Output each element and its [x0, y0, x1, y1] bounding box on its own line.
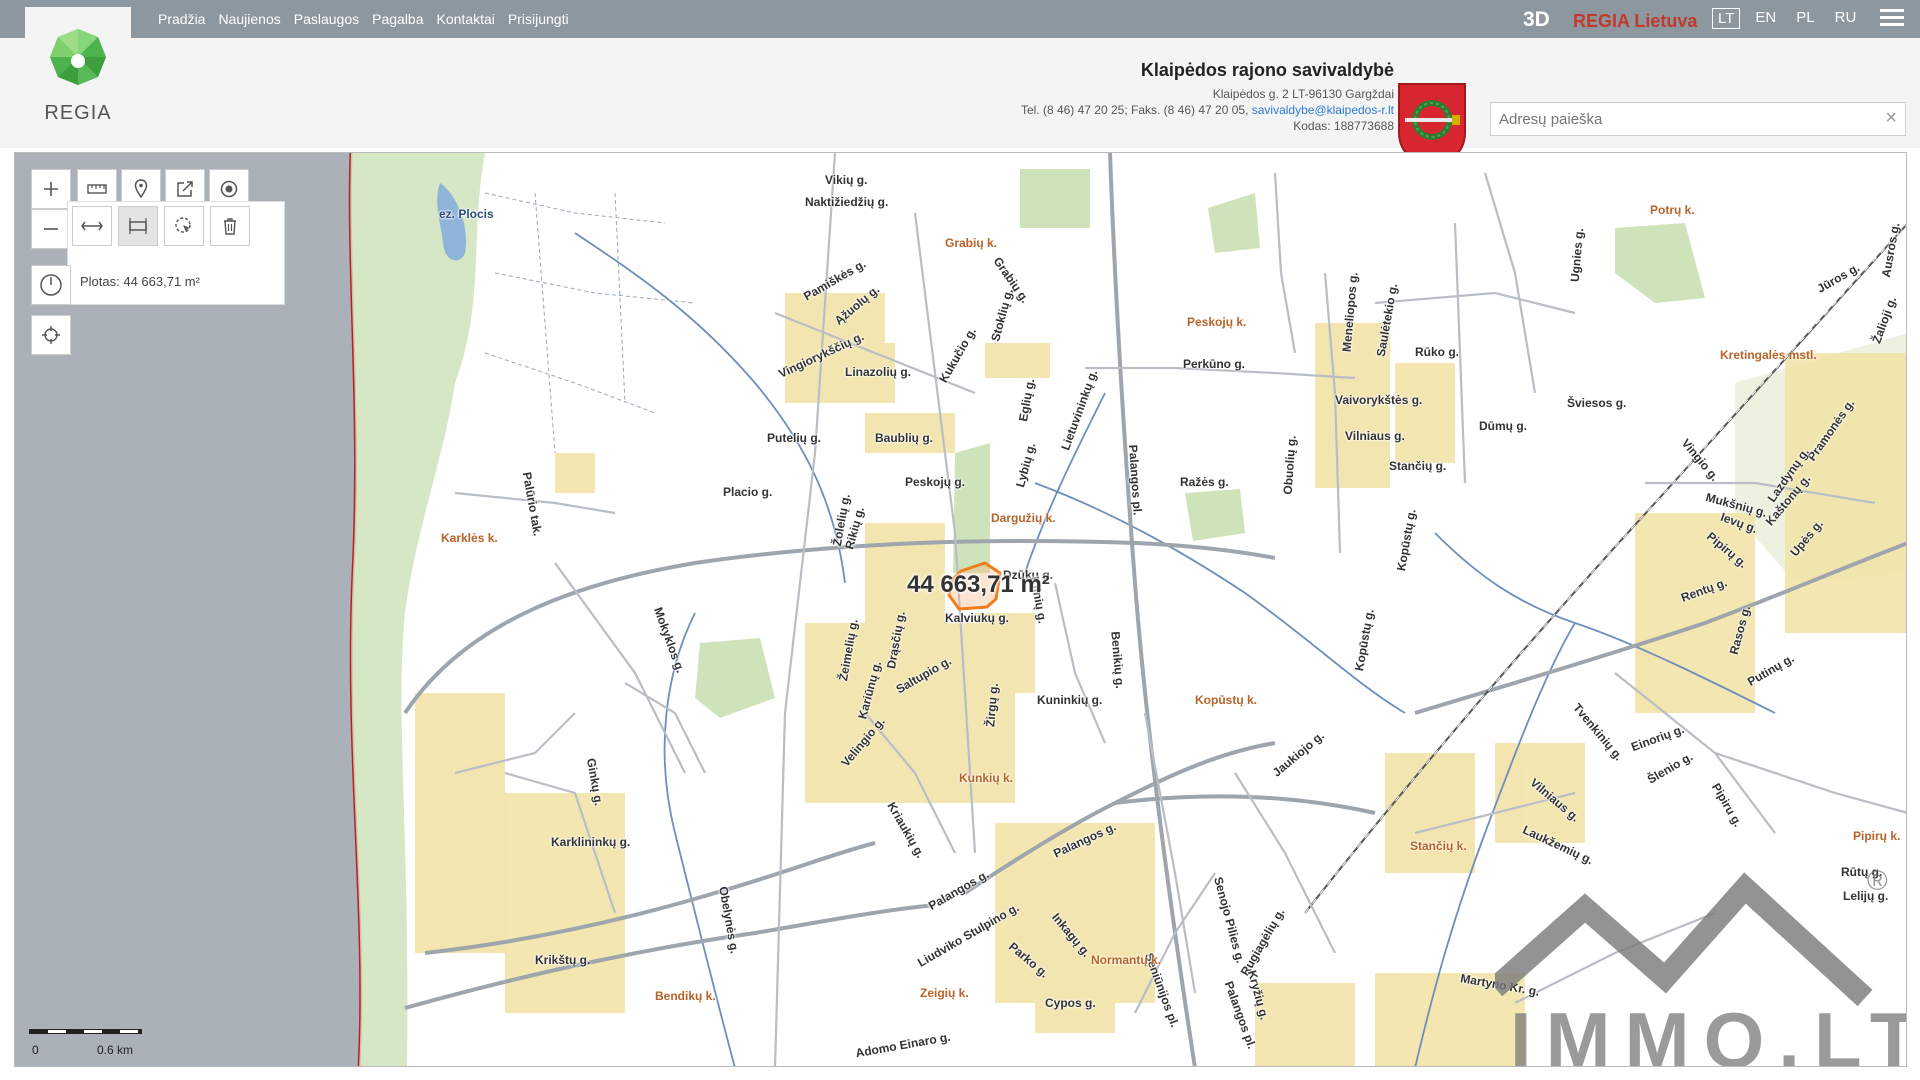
lang-lt[interactable]: LT: [1712, 8, 1741, 29]
clock-icon: [40, 274, 62, 296]
map-label-street: Kuninkių g.: [1037, 693, 1103, 707]
map-label-street: Rūko g.: [1415, 345, 1459, 359]
plus-icon: [44, 182, 58, 196]
scale-zero-label: 0: [32, 1043, 39, 1057]
regia-lietuva-link[interactable]: REGIA Lietuva: [1573, 11, 1697, 32]
measured-area-label: Plotas: 44 663,71 m²: [80, 274, 200, 289]
hamburger-menu-icon[interactable]: [1880, 9, 1904, 29]
nav-kontaktai[interactable]: Kontaktai: [437, 11, 495, 27]
ruler-icon: [87, 184, 107, 194]
nav-pradzia[interactable]: Pradžia: [158, 11, 205, 27]
zoom-out-button[interactable]: [31, 209, 71, 249]
measure-select-button[interactable]: [164, 206, 204, 246]
main-menu: Pradžia Naujienos Paslaugos Pagalba Kont…: [158, 11, 569, 27]
measure-distance-button[interactable]: [72, 206, 112, 246]
map-label-street: Vaivorykštės g.: [1335, 393, 1423, 407]
municipality-info: Klaipėdos rajono savivaldybė Klaipėdos g…: [1020, 60, 1394, 134]
registered-mark: ®: [1867, 865, 1888, 896]
municipality-contacts: Tel. (8 46) 47 20 25; Faks. (8 46) 47 20…: [1020, 103, 1394, 117]
nav-naujienos[interactable]: Naujienos: [218, 11, 280, 27]
lang-en[interactable]: EN: [1750, 8, 1781, 29]
map-label-village: Normantų k.: [1091, 953, 1162, 967]
lang-ru[interactable]: RU: [1830, 8, 1862, 29]
map-label-street: Kalviukų g.: [945, 611, 1010, 625]
map-label-village: Grabių k.: [945, 236, 998, 250]
map-label-street: Naktižiedžių g.: [805, 195, 889, 209]
map-label-street: Baublių g.: [875, 431, 933, 445]
lang-pl[interactable]: PL: [1791, 8, 1819, 29]
map-label-street: Stančių g.: [1389, 459, 1447, 473]
area-icon: [129, 218, 147, 234]
minus-icon: [44, 228, 58, 230]
map-label-street: Ražės g.: [1180, 475, 1229, 489]
map-label-street: ez. Plocis: [439, 207, 494, 221]
zoom-in-button[interactable]: [31, 169, 71, 209]
delete-measure-button[interactable]: [210, 206, 250, 246]
municipality-email-link[interactable]: savivaldybe@klaipedos-r.lt: [1252, 103, 1394, 117]
regia-logo[interactable]: REGIA: [25, 7, 131, 134]
nav-prisijungti[interactable]: Prisijungti: [508, 11, 569, 27]
target-icon: [220, 180, 238, 198]
map-label-street: Peskojų g.: [905, 475, 966, 489]
scale-bar-graphic: [29, 1029, 142, 1034]
trash-icon: [224, 218, 236, 235]
map-label-street: Karklininkų g.: [551, 835, 631, 849]
municipality-name: Klaipėdos rajono savivaldybė: [1140, 60, 1394, 80]
3d-view-button[interactable]: 3D: [1523, 8, 1550, 32]
nav-pagalba[interactable]: Pagalba: [372, 11, 423, 27]
map-label-village: Kopūstų k.: [1195, 693, 1257, 707]
map-label-street: Putelių g.: [767, 431, 821, 445]
map-label-street: Dūmų g.: [1479, 419, 1527, 433]
map-label-village: Kunkių k.: [959, 771, 1014, 785]
header: Klaipėdos rajono savivaldybė Klaipėdos g…: [0, 38, 1920, 166]
map-label-street: Krikštų g.: [535, 953, 591, 967]
map-label-village: Karklės k.: [441, 531, 498, 545]
nav-paslaugos[interactable]: Paslaugos: [294, 11, 359, 27]
scale-distance-label: 0.6 km: [97, 1043, 134, 1057]
map-label-village: Pipirų k.: [1853, 829, 1901, 843]
map-label-street: Vikių g.: [825, 173, 868, 187]
map-label-street: Perkūno g.: [1183, 357, 1246, 371]
map-label-village: Stančių k.: [1410, 839, 1467, 853]
distance-icon: [81, 221, 103, 231]
map-label-street: Cypos g.: [1045, 996, 1096, 1010]
measure-panel: Plotas: 44 663,71 m²: [67, 201, 285, 305]
crosshair-icon: [42, 326, 60, 344]
map-label-village: Potrų k.: [1650, 203, 1695, 217]
top-navigation-bar: Pradžia Naujienos Paslaugos Pagalba Kont…: [0, 0, 1920, 38]
municipality-code: Kodas: 188773688: [1293, 119, 1394, 133]
map-pin-icon: [134, 179, 148, 199]
address-search-box: ×: [1490, 102, 1906, 136]
immo-watermark-text: IMMO.LT: [1510, 996, 1907, 1067]
share-icon: [177, 181, 193, 197]
map-label-street: Vilniaus g.: [1345, 429, 1405, 443]
regia-logo-text: REGIA: [44, 102, 112, 124]
history-button[interactable]: [31, 265, 71, 305]
map-label-village: Kretingalės mstl.: [1720, 348, 1817, 362]
measure-area-button[interactable]: [118, 206, 158, 246]
municipality-address: Klaipėdos g. 2 LT-96130 Gargždai: [1212, 87, 1394, 101]
map-label-village: Peskojų k.: [1187, 315, 1247, 329]
map-label-street: Linazolių g.: [845, 365, 911, 379]
map-label-street: Šviesos g.: [1567, 396, 1627, 410]
map-label-village: Zeigių k.: [920, 986, 969, 1000]
map-label-village: Bendikų k.: [655, 989, 716, 1003]
address-search-input[interactable]: [1491, 103, 1871, 135]
map-label-street: Placio g.: [723, 485, 773, 499]
scale-bar: 0 0.6 km: [29, 1029, 142, 1057]
regia-logo-icon: [50, 29, 106, 85]
locate-me-button[interactable]: [31, 315, 71, 355]
cursor-select-icon: [175, 217, 191, 233]
clear-search-icon[interactable]: ×: [1885, 107, 1897, 130]
map-label-village: Dargužių k.: [991, 511, 1056, 525]
measured-area-overlay: 44 663,71 m²: [907, 571, 1050, 598]
language-switcher: LT EN PL RU: [1712, 8, 1861, 29]
map-canvas[interactable]: ez. Plocis Vikių g. Naktižiedžių g. Pami…: [14, 152, 1907, 1067]
